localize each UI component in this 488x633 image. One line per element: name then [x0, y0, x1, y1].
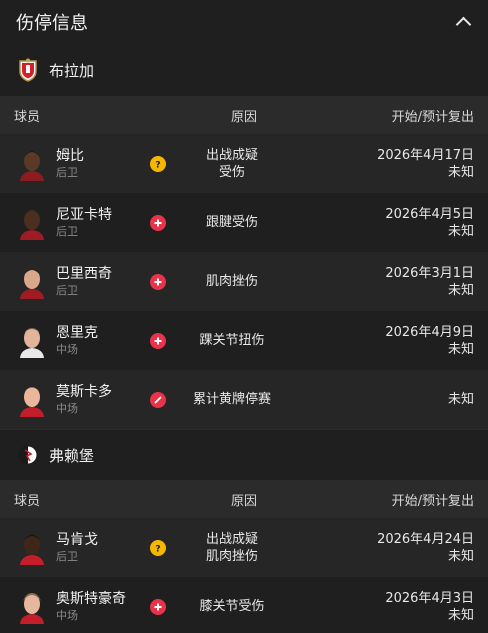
col-dates: 开始/预计复出	[391, 493, 474, 509]
team-header-freiburg: 弗赖堡	[0, 430, 488, 480]
injury-reason: 跟腱受伤	[172, 214, 292, 231]
player-position: 中场	[56, 342, 78, 356]
reason-line-1: 踝关节扭伤	[199, 333, 265, 348]
player-row[interactable]: 姆比 后卫 ? 出战成疑 受伤 2026年4月17日 未知	[0, 134, 488, 193]
player-avatar	[18, 383, 46, 417]
start-date: 2026年4月3日	[385, 590, 474, 606]
doubtful-icon: ?	[150, 539, 166, 556]
start-date: 2026年4月24日	[377, 531, 474, 547]
col-reason: 原因	[230, 109, 257, 125]
injury-panel: 伤停信息 布拉加 球员 原因 开始/预计复出 姆比 后卫 ? 出战成疑 受伤 2…	[0, 0, 488, 633]
player-position: 后卫	[56, 165, 78, 179]
player-name: 马肯戈	[56, 531, 98, 548]
return-date: 未知	[447, 223, 474, 239]
injury-cross-icon	[150, 598, 166, 615]
reason-line-1: 肌肉挫伤	[205, 274, 258, 289]
start-date: 2026年4月5日	[385, 206, 474, 222]
col-player: 球员	[14, 493, 41, 509]
injury-dates: 2026年4月3日 未知	[292, 590, 474, 624]
return-date: 未知	[447, 164, 474, 180]
player-avatar	[18, 531, 46, 565]
injury-dates: 2026年4月9日 未知	[292, 324, 474, 358]
column-header: 球员 原因 开始/预计复出	[0, 96, 488, 134]
injury-reason: 出战成疑 受伤	[172, 147, 292, 181]
player-name: 尼亚卡特	[56, 206, 112, 223]
reason-line-2: 肌肉挫伤	[205, 548, 258, 564]
reason-line-1: 出战成疑	[205, 531, 258, 547]
player-position: 后卫	[56, 283, 78, 297]
reason-line-2: 受伤	[218, 164, 245, 180]
injury-reason: 累计黄牌停赛	[172, 391, 292, 408]
doubtful-icon: ?	[150, 155, 166, 172]
player-position: 后卫	[56, 224, 78, 238]
player-name: 姆比	[56, 147, 84, 164]
freiburg-crest-icon	[17, 443, 39, 467]
player-row[interactable]: 恩里克 中场 踝关节扭伤 2026年4月9日 未知	[0, 311, 488, 370]
team-name: 弗赖堡	[49, 446, 95, 465]
column-header: 球员 原因 开始/预计复出	[0, 480, 488, 518]
col-reason: 原因	[230, 493, 257, 509]
injury-reason: 出战成疑 肌肉挫伤	[172, 531, 292, 565]
return-date: 未知	[447, 548, 474, 564]
player-avatar	[18, 147, 46, 181]
reason-line-1: 累计黄牌停赛	[192, 392, 271, 407]
svg-text:?: ?	[155, 160, 160, 169]
player-avatar	[18, 324, 46, 358]
injury-dates: 2026年4月24日 未知	[292, 531, 474, 565]
col-player: 球员	[14, 109, 41, 125]
col-dates: 开始/预计复出	[391, 109, 474, 125]
player-row[interactable]: 莫斯卡多 中场 累计黄牌停赛 未知	[0, 370, 488, 429]
player-position: 中场	[56, 401, 78, 415]
team-name: 布拉加	[49, 61, 95, 80]
start-date: 2026年4月9日	[385, 324, 474, 340]
team-header-braga: 布拉加	[0, 44, 488, 96]
start-date: 2026年4月17日	[377, 147, 474, 163]
panel-title: 伤停信息	[16, 13, 88, 34]
braga-crest-icon	[17, 58, 39, 82]
svg-text:?: ?	[155, 544, 160, 553]
return-date: 未知	[447, 282, 474, 298]
start-date: 2026年3月1日	[385, 265, 474, 281]
player-name: 奥斯特豪奇	[56, 590, 126, 607]
chevron-up-icon[interactable]	[454, 13, 472, 31]
panel-header[interactable]: 伤停信息	[0, 0, 488, 44]
player-avatar	[18, 265, 46, 299]
injury-reason: 肌肉挫伤	[172, 273, 292, 290]
return-date: 未知	[447, 607, 474, 623]
injury-reason: 膝关节受伤	[172, 598, 292, 615]
reason-line-1: 出战成疑	[205, 147, 258, 163]
injury-dates: 2026年4月5日 未知	[292, 206, 474, 240]
player-avatar	[18, 206, 46, 240]
injury-cross-icon	[150, 332, 166, 349]
player-name: 恩里克	[56, 324, 98, 341]
player-name: 巴里西奇	[56, 265, 112, 282]
reason-line-1: 膝关节受伤	[199, 599, 265, 614]
injury-dates: 2026年3月1日 未知	[292, 265, 474, 299]
player-row[interactable]: 马肯戈 后卫 ? 出战成疑 肌肉挫伤 2026年4月24日 未知	[0, 518, 488, 577]
injury-cross-icon	[150, 214, 166, 231]
player-avatar	[18, 590, 46, 624]
return-date: 未知	[447, 392, 474, 407]
injury-cross-icon	[150, 273, 166, 290]
injury-dates: 2026年4月17日 未知	[292, 147, 474, 181]
player-position: 后卫	[56, 549, 78, 563]
reason-line-1: 跟腱受伤	[205, 215, 258, 230]
player-position: 中场	[56, 608, 78, 622]
injury-dates: 未知	[292, 391, 474, 408]
player-row[interactable]: 尼亚卡特 后卫 跟腱受伤 2026年4月5日 未知	[0, 193, 488, 252]
player-row[interactable]: 巴里西奇 后卫 肌肉挫伤 2026年3月1日 未知	[0, 252, 488, 311]
return-date: 未知	[447, 341, 474, 357]
player-row[interactable]: 奥斯特豪奇 中场 膝关节受伤 2026年4月3日 未知	[0, 577, 488, 633]
injury-reason: 踝关节扭伤	[172, 332, 292, 349]
player-name: 莫斯卡多	[56, 383, 112, 400]
suspension-card-icon	[150, 391, 166, 408]
